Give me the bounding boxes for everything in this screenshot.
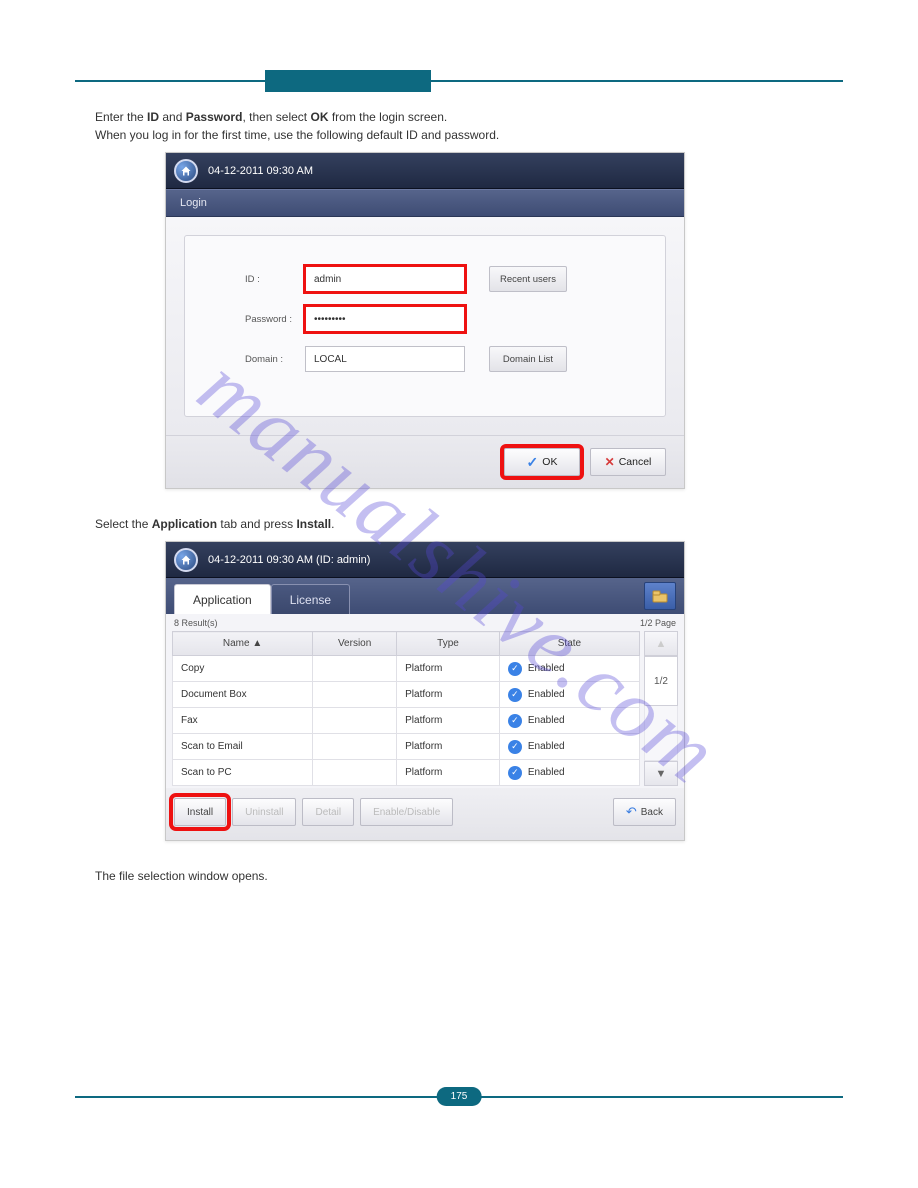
cell-state: ✓Enabled: [499, 708, 639, 734]
recent-users-button[interactable]: Recent users: [489, 266, 567, 292]
col-name[interactable]: Name ▲: [173, 632, 313, 656]
check-circle-icon: ✓: [508, 740, 522, 754]
tab-license[interactable]: License: [271, 584, 350, 614]
back-button[interactable]: ↶ Back: [613, 798, 676, 826]
cell-state: ✓Enabled: [499, 656, 639, 682]
login-panel: 04-12-2011 09:30 AM Login ID : Recent us…: [165, 152, 685, 489]
ok-button[interactable]: ✓ OK: [504, 448, 580, 476]
cell-type: Platform: [397, 760, 500, 786]
login-subheader: Login: [166, 189, 684, 217]
table-header-row: Name ▲ Version Type State: [173, 632, 640, 656]
col-type[interactable]: Type: [397, 632, 500, 656]
id-label: ID :: [245, 274, 305, 285]
password-row: Password :: [245, 306, 625, 332]
cell-version: [313, 708, 397, 734]
check-circle-icon: ✓: [508, 662, 522, 676]
table-row[interactable]: Document Box Platform✓Enabled: [173, 682, 640, 708]
results-count: 8 Result(s): [174, 618, 218, 628]
uninstall-button[interactable]: Uninstall: [232, 798, 296, 826]
intro-text: Enter the ID and Password, then select O…: [95, 108, 843, 144]
check-circle-icon: ✓: [508, 688, 522, 702]
close-icon: ✕: [605, 455, 615, 469]
domain-list-button[interactable]: Domain List: [489, 346, 567, 372]
table-row[interactable]: Fax Platform✓Enabled: [173, 708, 640, 734]
pager-column: ▲ 1/2 ▼: [644, 631, 678, 786]
cancel-button[interactable]: ✕ Cancel: [590, 448, 666, 476]
home-icon[interactable]: [174, 159, 198, 183]
domain-label: Domain :: [245, 354, 305, 365]
app-titlebar: 04-12-2011 09:30 AM (ID: admin): [166, 542, 684, 578]
table-row[interactable]: Scan to Email Platform✓Enabled: [173, 734, 640, 760]
login-titlebar: 04-12-2011 09:30 AM: [166, 153, 684, 189]
login-timestamp: 04-12-2011 09:30 AM: [208, 165, 313, 177]
password-label: Password :: [245, 314, 305, 325]
application-panel: 04-12-2011 09:30 AM (ID: admin) Applicat…: [165, 541, 685, 841]
closing-text: The file selection window opens.: [95, 869, 843, 883]
page-number: 175: [437, 1087, 482, 1106]
table-row[interactable]: Scan to PC Platform✓Enabled: [173, 760, 640, 786]
app-table: Name ▲ Version Type State CopyPlatform✓E…: [172, 631, 640, 786]
id-input[interactable]: [305, 266, 465, 292]
cell-state: ✓Enabled: [499, 682, 639, 708]
cell-version: [313, 682, 397, 708]
domain-row: Domain : Domain List: [245, 346, 625, 372]
check-circle-icon: ✓: [508, 714, 522, 728]
pager-text: 1/2 Page: [640, 618, 676, 628]
cell-name: Fax: [173, 708, 313, 734]
table-row[interactable]: Copy Platform✓Enabled: [173, 656, 640, 682]
check-icon: ✓: [527, 454, 539, 471]
cell-type: Platform: [397, 708, 500, 734]
col-state[interactable]: State: [499, 632, 639, 656]
results-bar: 8 Result(s) 1/2 Page: [166, 614, 684, 631]
check-circle-icon: ✓: [508, 766, 522, 780]
cell-name: Scan to PC: [173, 760, 313, 786]
password-input[interactable]: [305, 306, 465, 332]
cell-type: Platform: [397, 734, 500, 760]
app-timestamp: 04-12-2011 09:30 AM (ID: admin): [208, 554, 370, 566]
pager-spacer: [644, 706, 678, 761]
col-version[interactable]: Version: [313, 632, 397, 656]
mid-text: Select the Application tab and press Ins…: [95, 515, 843, 533]
tabs-row: Application License: [166, 578, 684, 614]
cell-state: ✓Enabled: [499, 760, 639, 786]
domain-input[interactable]: [305, 346, 465, 372]
cell-version: [313, 656, 397, 682]
page-indicator: 1/2: [644, 656, 678, 706]
install-button[interactable]: Install: [174, 798, 226, 826]
cell-type: Platform: [397, 656, 500, 682]
cell-name: Copy: [173, 656, 313, 682]
file-icon[interactable]: [644, 582, 676, 610]
enable-disable-button[interactable]: Enable/Disable: [360, 798, 453, 826]
detail-button[interactable]: Detail: [302, 798, 354, 826]
tab-application[interactable]: Application: [174, 584, 271, 614]
cell-name: Scan to Email: [173, 734, 313, 760]
undo-icon: ↶: [626, 804, 637, 820]
cell-type: Platform: [397, 682, 500, 708]
cell-state: ✓Enabled: [499, 734, 639, 760]
cell-version: [313, 734, 397, 760]
top-divider: [75, 80, 843, 82]
cell-version: [313, 760, 397, 786]
id-row: ID : Recent users: [245, 266, 625, 292]
page-up-button[interactable]: ▲: [644, 631, 678, 656]
home-icon[interactable]: [174, 548, 198, 572]
page-down-button[interactable]: ▼: [644, 761, 678, 786]
cell-name: Document Box: [173, 682, 313, 708]
